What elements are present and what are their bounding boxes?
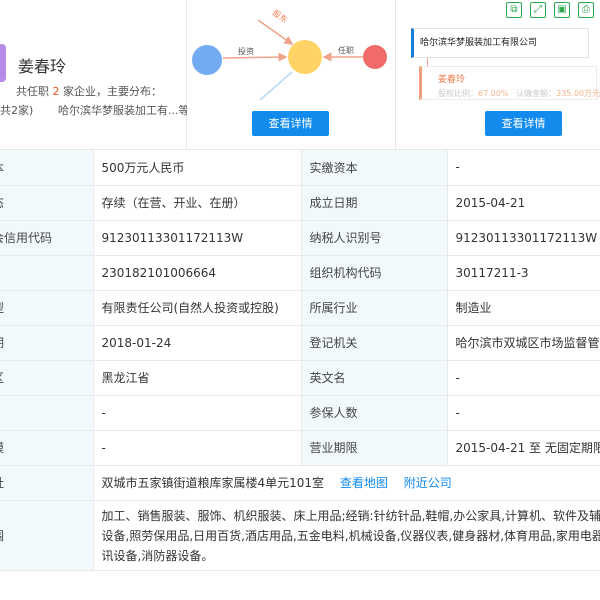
person-distribution: 共2家) 哈尔滨华梦服装加工有...等 <box>0 102 187 118</box>
table-cell-label: 登记机关 <box>301 325 448 361</box>
table-row: 模-营业期限2015-04-21 至 无固定期限 <box>0 430 600 466</box>
table-cell-label: 本 <box>0 150 94 186</box>
table-cell-value: 2015-04-21 <box>447 185 600 221</box>
avatar <box>0 44 6 82</box>
table-cell-label: 组织机构代码 <box>301 255 448 291</box>
label-scope: 围 <box>0 500 94 571</box>
table-cell-label: 态 <box>0 185 94 221</box>
table-cell-value: 哈尔滨市双城区市场监督管理局 <box>447 325 600 361</box>
table-row: 期2018-01-24登记机关哈尔滨市双城区市场监督管理局 <box>0 325 600 361</box>
table-cell-label: 期 <box>0 325 94 361</box>
graph-node-person <box>192 45 222 75</box>
graph-edge-bottom <box>259 71 293 101</box>
print-icon[interactable]: ⎙ <box>578 2 594 18</box>
equity-structure-card: ⧉ ⤢ ▣ ⎙ 哈尔滨华梦服装加工有限公司 姜春玲 股权比例：67.00% 认缴… <box>397 0 600 150</box>
table-row: 型有限责任公司(自然人投资或控股)所属行业制造业 <box>0 290 600 326</box>
table-cell-value: 500万元人民币 <box>93 150 302 186</box>
graph-node-role <box>363 45 387 69</box>
table-cell-label <box>0 395 94 431</box>
table-cell-value: 230182101006664 <box>93 255 302 291</box>
table-cell-value: 91230113301172113W <box>93 220 302 256</box>
table-cell-value: - <box>447 150 600 186</box>
company-count[interactable]: 2 <box>53 85 60 98</box>
graph-node-company <box>288 40 322 74</box>
table-cell-value: - <box>447 360 600 396</box>
graph-edge-top <box>257 19 294 45</box>
label-address: 址 <box>0 465 94 501</box>
table-cell-value: 制造业 <box>447 290 600 326</box>
table-cell-label: 区 <box>0 360 94 396</box>
table-cell-value: 30117211-3 <box>447 255 600 291</box>
table-row: - 参保人数 - <box>0 395 600 431</box>
structure-holder-node[interactable]: 姜春玲 股权比例：67.00% 认缴金额：335.00万元 <box>419 66 600 100</box>
table-cell-label: 成立日期 <box>301 185 448 221</box>
table-cell-value: 2015-04-21 至 无固定期限 <box>447 430 600 466</box>
table-cell-label: 实缴资本 <box>301 150 448 186</box>
table-cell-value: 91230113301172113W <box>447 220 600 256</box>
structure-company-node[interactable]: 哈尔滨华梦服装加工有限公司 <box>411 28 589 58</box>
table-cell-label: 模 <box>0 430 94 466</box>
graph-label-share: 股东 <box>271 7 290 24</box>
relation-detail-button[interactable]: 查看详情 <box>252 111 329 136</box>
person-card: 姜春玲 共任职 2 家企业，主要分布： 共2家) 哈尔滨华梦服装加工有...等 <box>0 0 187 150</box>
value-scope: 加工、销售服装、服饰、机织服装、床上用品;经销:针纺针品,鞋帽,办公家具,计算机… <box>93 500 600 571</box>
table-row-address: 址 双城市五家镇街道粮库家属楼4单元101室 查看地图 附近公司 <box>0 465 600 501</box>
table-row-scope: 围 加工、销售服装、服饰、机织服装、床上用品;经销:针纺针品,鞋帽,办公家具,计… <box>0 500 600 571</box>
holder-ratio: 股权比例：67.00% 认缴金额：335.00万元 <box>438 89 600 98</box>
table-cell-value: 黑龙江省 <box>93 360 302 396</box>
graph-edge-invest <box>222 52 288 62</box>
table-cell-label: 营业期限 <box>301 430 448 466</box>
copy-icon[interactable]: ⧉ <box>506 2 522 18</box>
expand-icon[interactable]: ⤢ <box>530 2 546 18</box>
save-icon[interactable]: ▣ <box>554 2 570 18</box>
business-info-table: 本500万元人民币实缴资本-态存续（在营、开业、在册）成立日期2015-04-2… <box>0 150 600 571</box>
table-cell-value: 存续（在营、开业、在册） <box>93 185 302 221</box>
nearby-companies-link[interactable]: 附近公司 <box>404 476 452 490</box>
table-cell-value: 2018-01-24 <box>93 325 302 361</box>
table-row: 会信用代码91230113301172113W纳税人识别号91230113301… <box>0 220 600 256</box>
table-cell-value: - <box>93 430 302 466</box>
table-row: 本500万元人民币实缴资本- <box>0 150 600 186</box>
top-summary: 姜春玲 共任职 2 家企业，主要分布： 共2家) 哈尔滨华梦服装加工有...等 <box>0 0 600 150</box>
value-address: 双城市五家镇街道粮库家属楼4单元101室 查看地图 附近公司 <box>93 465 600 501</box>
table-row: 区黑龙江省英文名- <box>0 360 600 396</box>
table-row: 230182101006664 组织机构代码 30117211-3 <box>0 255 600 291</box>
table-cell-label: 所属行业 <box>301 290 448 326</box>
person-name[interactable]: 姜春玲 <box>18 53 66 77</box>
graph-label-role: 任职 <box>338 45 354 55</box>
table-cell-label <box>0 255 94 291</box>
table-cell-label: 参保人数 <box>301 395 448 431</box>
table-cell-label: 英文名 <box>301 360 448 396</box>
table-cell-label: 会信用代码 <box>0 220 94 256</box>
table-cell-value: - <box>93 395 302 431</box>
distribution-company-link[interactable]: 哈尔滨华梦服装加工有...等 <box>58 102 187 118</box>
view-map-link[interactable]: 查看地图 <box>340 476 388 490</box>
table-cell-label: 纳税人识别号 <box>301 220 448 256</box>
table-cell-value: - <box>447 395 600 431</box>
table-cell-value: 有限责任公司(自然人投资或控股) <box>93 290 302 326</box>
structure-detail-button[interactable]: 查看详情 <box>485 111 562 136</box>
graph-label-invest: 投资 <box>238 46 254 56</box>
relation-graph-card: 投资 股东 任职 查看详情 <box>188 0 396 150</box>
person-summary: 共任职 2 家企业，主要分布： <box>16 85 162 98</box>
table-row: 态存续（在营、开业、在册）成立日期2015-04-21 <box>0 185 600 221</box>
holder-name: 姜春玲 <box>438 75 466 85</box>
table-cell-label: 型 <box>0 290 94 326</box>
chart-toolbar: ⧉ ⤢ ▣ ⎙ <box>506 2 594 18</box>
